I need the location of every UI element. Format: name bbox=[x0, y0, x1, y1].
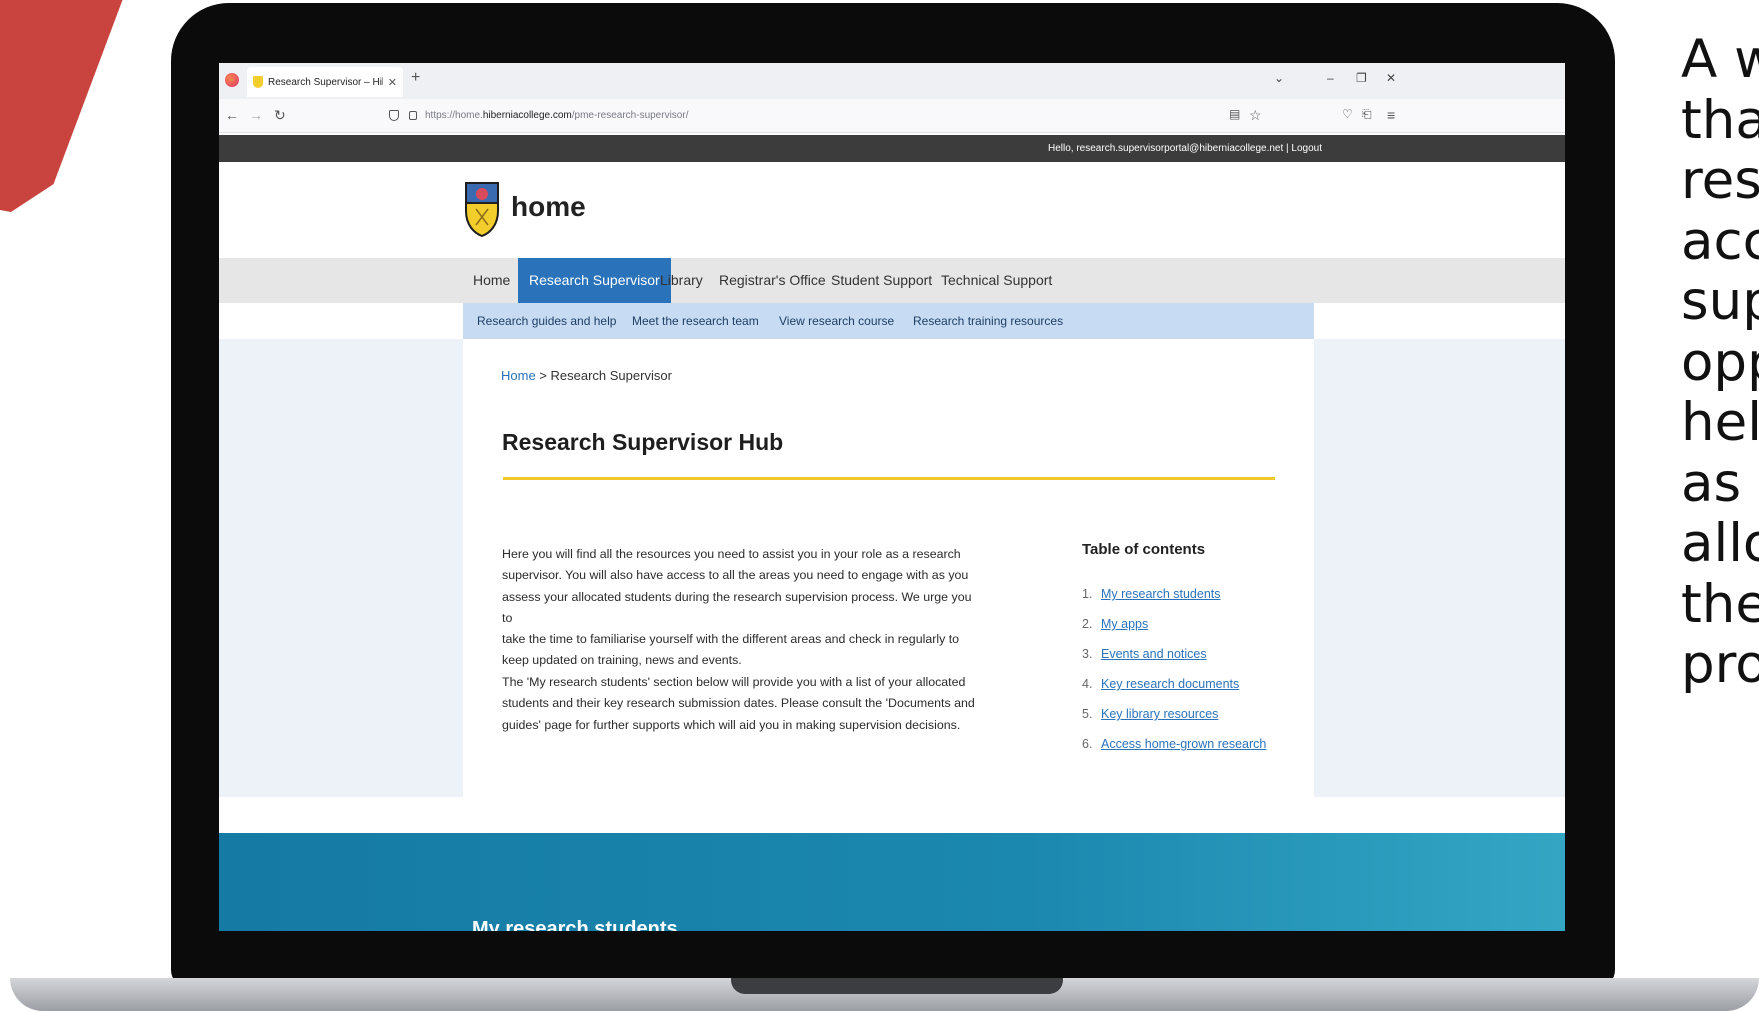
slide-text-line: opp bbox=[1681, 331, 1759, 393]
tab-list-icon[interactable]: ⌄ bbox=[1274, 71, 1284, 85]
toc-item: 1. My research students bbox=[1082, 587, 1221, 601]
intro-paragraph: Here you will find all the resources you… bbox=[502, 544, 982, 672]
intro-line: keep updated on training, news and event… bbox=[502, 653, 742, 668]
back-icon[interactable]: ← bbox=[225, 107, 239, 123]
browser-tabbar: Research Supervisor – Hibernia ✕ + ⌄ – ❐… bbox=[219, 63, 1565, 99]
nav-library[interactable]: Library bbox=[660, 258, 703, 303]
bookmark-star-icon[interactable]: ☆ bbox=[1249, 107, 1262, 124]
browser-tab-title: Research Supervisor – Hibernia bbox=[268, 76, 383, 88]
slide: Research Supervisor – Hibernia ✕ + ⌄ – ❐… bbox=[0, 0, 1759, 1011]
subnav-meet-team[interactable]: Meet the research team bbox=[632, 314, 759, 328]
toc-item: 4. Key research documents bbox=[1082, 677, 1239, 691]
breadcrumb: Home > Research Supervisor bbox=[501, 368, 672, 383]
reload-icon[interactable]: ↻ bbox=[274, 107, 286, 124]
laptop-screen: Research Supervisor – Hibernia ✕ + ⌄ – ❐… bbox=[219, 63, 1565, 931]
page-title: Research Supervisor Hub bbox=[502, 429, 784, 455]
students-section-band bbox=[219, 833, 1565, 931]
menu-icon[interactable]: ≡ bbox=[1387, 107, 1395, 123]
pocket-icon[interactable]: ♡ bbox=[1342, 107, 1353, 121]
restore-icon[interactable]: ❐ bbox=[1356, 71, 1367, 85]
laptop-notch bbox=[731, 978, 1063, 994]
toc-item: 3. Events and notices bbox=[1082, 647, 1207, 661]
slide-text-line: pro bbox=[1681, 634, 1759, 695]
students-line: The 'My research students' section below… bbox=[502, 675, 966, 689]
toc-item: 2. My apps bbox=[1082, 617, 1148, 631]
subnav-research-guides[interactable]: Research guides and help bbox=[477, 314, 616, 328]
toc-number: 3. bbox=[1082, 647, 1093, 661]
slide-text-line: hel bbox=[1681, 392, 1759, 453]
students-paragraph: The 'My research students' section below… bbox=[502, 672, 982, 736]
toc-item: 6. Access home-grown research bbox=[1082, 737, 1266, 751]
students-section-heading: My research students bbox=[472, 918, 678, 931]
nav-registrars-office[interactable]: Registrar's Office bbox=[719, 258, 826, 303]
extensions-icon[interactable]: ⎗ bbox=[1362, 107, 1372, 122]
slide-text-line: as bbox=[1681, 452, 1742, 514]
subnav-training-resources[interactable]: Research training resources bbox=[913, 314, 1063, 328]
close-tab-icon[interactable]: ✕ bbox=[388, 76, 397, 89]
intro-line: supervisor. You will also have access to… bbox=[502, 568, 969, 583]
toc-number: 6. bbox=[1082, 737, 1093, 751]
site-brand[interactable]: home bbox=[511, 191, 586, 223]
lock-icon bbox=[409, 111, 417, 120]
subnav-view-course[interactable]: View research course bbox=[779, 314, 894, 328]
slide-text-line: res bbox=[1681, 150, 1759, 211]
students-line: students and their key research submissi… bbox=[502, 696, 975, 711]
sub-nav: Research guides and help Meet the resear… bbox=[463, 303, 1314, 339]
reader-view-icon[interactable]: ▤ bbox=[1229, 107, 1240, 121]
nav-technical-support[interactable]: Technical Support bbox=[941, 258, 1052, 303]
students-line: guides' page for further supports which … bbox=[502, 717, 961, 732]
nav-research-supervisor[interactable]: Research Supervisor bbox=[518, 258, 671, 303]
slide-text-line: acc bbox=[1681, 210, 1759, 272]
toc-link-events-notices[interactable]: Events and notices bbox=[1101, 647, 1207, 661]
breadcrumb-current: Research Supervisor bbox=[550, 368, 672, 383]
address-bar[interactable]: https://home. hiberniacollege.com/pme-res… bbox=[389, 110, 688, 121]
url-host: hiberniacollege.com bbox=[482, 110, 572, 121]
toc-link-key-research-documents[interactable]: Key research documents bbox=[1101, 677, 1239, 691]
toc-number: 2. bbox=[1082, 617, 1093, 631]
slide-text-line: allo bbox=[1681, 513, 1759, 574]
firefox-icon bbox=[225, 73, 239, 87]
forward-icon[interactable]: → bbox=[249, 107, 263, 123]
browser-tab[interactable]: Research Supervisor – Hibernia ✕ bbox=[247, 67, 403, 97]
toc-item: 5. Key library resources bbox=[1082, 707, 1218, 721]
account-bar: Hello, research.supervisorportal@hiberni… bbox=[219, 135, 1565, 162]
college-crest-logo[interactable] bbox=[464, 181, 500, 237]
intro-line: take the time to familiarise yourself wi… bbox=[502, 632, 960, 647]
user-greeting[interactable]: Hello, research.supervisorportal@hiberni… bbox=[1048, 143, 1322, 154]
url-path: /pme-research-supervisor/ bbox=[571, 110, 689, 121]
toc-number: 5. bbox=[1082, 707, 1093, 721]
slide-text-line: tha bbox=[1681, 89, 1759, 151]
slide-text-line: A w bbox=[1681, 29, 1759, 90]
toc-number: 4. bbox=[1082, 677, 1093, 691]
url-prefix: https://home. bbox=[425, 110, 483, 121]
decorative-red-shape bbox=[0, 0, 130, 212]
intro-line: assess your allocated students during th… bbox=[502, 589, 972, 625]
toc-number: 1. bbox=[1082, 587, 1093, 601]
toc-link-my-apps[interactable]: My apps bbox=[1101, 617, 1148, 631]
slide-text-line: the bbox=[1681, 573, 1759, 635]
slide-body-text: A w tha res acc sup opp hel as allo the … bbox=[1681, 29, 1759, 696]
intro-line: Here you will find all the resources you… bbox=[502, 547, 961, 561]
new-tab-icon[interactable]: + bbox=[411, 69, 420, 87]
browser-navbar: ← → ↻ https://home. hiberniacollege.com/p… bbox=[219, 99, 1565, 133]
breadcrumb-separator: > bbox=[535, 368, 551, 383]
toc-link-my-research-students[interactable]: My research students bbox=[1101, 587, 1221, 601]
close-window-icon[interactable]: ✕ bbox=[1386, 71, 1396, 85]
site-header bbox=[219, 162, 1565, 258]
tracking-shield-icon bbox=[389, 110, 399, 121]
title-underline bbox=[503, 477, 1275, 480]
toc-link-key-library-resources[interactable]: Key library resources bbox=[1101, 707, 1218, 721]
toc-title: Table of contents bbox=[1082, 541, 1206, 558]
breadcrumb-home[interactable]: Home bbox=[501, 368, 536, 383]
main-nav: Home Research Supervisor Library Registr… bbox=[219, 258, 1565, 303]
favicon-icon bbox=[253, 76, 263, 88]
slide-text-line: sup bbox=[1681, 271, 1759, 332]
minimize-icon[interactable]: – bbox=[1327, 71, 1334, 85]
nav-home[interactable]: Home bbox=[473, 258, 510, 303]
toc-link-home-grown-research[interactable]: Access home-grown research bbox=[1101, 737, 1266, 751]
nav-student-support[interactable]: Student Support bbox=[831, 258, 932, 303]
